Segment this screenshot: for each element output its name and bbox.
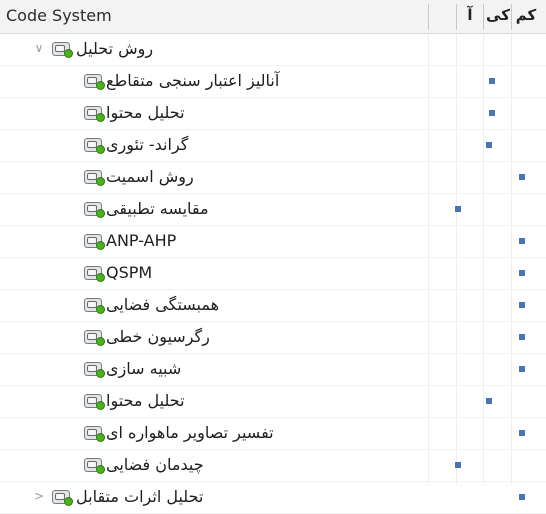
code-label[interactable]: مقایسه تطبیقی [106, 199, 209, 218]
code-icon [52, 490, 73, 506]
code-label[interactable]: تحلیل محتوا [106, 391, 185, 410]
column-header-a[interactable]: آ [457, 6, 483, 24]
code-frequency-marker[interactable] [486, 398, 492, 404]
column-header-ki[interactable]: کی [485, 6, 511, 24]
code-label[interactable]: تفسیر تصاویر ماهواره ای [106, 423, 274, 442]
column-header: Code System آ کی کم [0, 0, 546, 34]
code-label[interactable]: چیدمان فضایی [106, 455, 204, 474]
code-label[interactable]: تحلیل اثرات متقابل [76, 487, 203, 506]
code-icon [84, 106, 105, 122]
code-label[interactable]: همبستگی فضایی [106, 295, 219, 314]
code-label[interactable]: تحلیل محتوا [106, 103, 185, 122]
tree-row[interactable]: > تحلیل اثرات متقابل [0, 482, 546, 514]
code-frequency-marker[interactable] [519, 174, 525, 180]
tree-row[interactable]: QSPM [0, 258, 546, 290]
tree-row[interactable]: همبستگی فضایی [0, 290, 546, 322]
tree-row[interactable]: تحلیل محتوا [0, 98, 546, 130]
header-divider[interactable] [428, 4, 429, 30]
code-frequency-marker[interactable] [519, 366, 525, 372]
code-frequency-marker[interactable] [519, 302, 525, 308]
tree-row[interactable]: رگرسیون خطی [0, 322, 546, 354]
code-icon [84, 202, 105, 218]
code-active-dot-icon [64, 497, 73, 506]
code-active-dot-icon [64, 49, 73, 58]
code-active-dot-icon [96, 177, 105, 186]
code-icon [84, 426, 105, 442]
code-active-dot-icon [96, 113, 105, 122]
chevron-down-icon[interactable]: ∨ [32, 41, 46, 55]
code-active-dot-icon [96, 241, 105, 250]
code-icon [84, 298, 105, 314]
tree-row[interactable]: شبیه سازی [0, 354, 546, 386]
code-active-dot-icon [96, 401, 105, 410]
tree-row[interactable]: ANP-AHP [0, 226, 546, 258]
chevron-right-icon[interactable]: > [32, 489, 46, 503]
code-icon [84, 74, 105, 90]
code-label[interactable]: روش تحلیل [76, 39, 153, 58]
code-active-dot-icon [96, 145, 105, 154]
code-icon [84, 266, 105, 282]
code-active-dot-icon [96, 305, 105, 314]
code-icon [84, 362, 105, 378]
code-active-dot-icon [96, 369, 105, 378]
code-frequency-marker[interactable] [519, 238, 525, 244]
code-label[interactable]: رگرسیون خطی [106, 327, 210, 346]
code-label[interactable]: QSPM [106, 263, 152, 282]
code-frequency-marker[interactable] [489, 78, 495, 84]
code-active-dot-icon [96, 273, 105, 282]
code-system-panel: Code System آ کی کم ∨ روش تحلیل آنالیز اعت… [0, 0, 546, 514]
column-header-kam[interactable]: کم [513, 6, 539, 24]
tree-row[interactable]: روش اسمیت [0, 162, 546, 194]
header-divider[interactable] [511, 4, 512, 30]
code-frequency-marker[interactable] [455, 206, 461, 212]
code-icon [84, 234, 105, 250]
tree-row[interactable]: گراند- تئوری [0, 130, 546, 162]
code-active-dot-icon [96, 209, 105, 218]
code-frequency-marker[interactable] [519, 430, 525, 436]
code-icon [84, 458, 105, 474]
code-icon [52, 42, 73, 58]
code-icon [84, 394, 105, 410]
code-frequency-marker[interactable] [455, 462, 461, 468]
code-active-dot-icon [96, 337, 105, 346]
tree-row[interactable]: تحلیل محتوا [0, 386, 546, 418]
code-label[interactable]: شبیه سازی [106, 359, 181, 378]
tree-row[interactable]: تفسیر تصاویر ماهواره ای [0, 418, 546, 450]
code-label[interactable]: آنالیز اعتبار سنجی متقاطع [106, 71, 279, 90]
tree-row[interactable]: آنالیز اعتبار سنجی متقاطع [0, 66, 546, 98]
code-frequency-marker[interactable] [519, 334, 525, 340]
code-active-dot-icon [96, 433, 105, 442]
code-system-header[interactable]: Code System [6, 6, 112, 25]
code-icon [84, 138, 105, 154]
header-divider[interactable] [483, 4, 484, 30]
tree-row[interactable]: مقایسه تطبیقی [0, 194, 546, 226]
code-label[interactable]: گراند- تئوری [106, 135, 188, 154]
code-icon [84, 330, 105, 346]
tree-row[interactable]: ∨ روش تحلیل [0, 34, 546, 66]
code-active-dot-icon [96, 81, 105, 90]
code-frequency-marker[interactable] [519, 270, 525, 276]
code-icon [84, 170, 105, 186]
tree-row[interactable]: چیدمان فضایی [0, 450, 546, 482]
code-frequency-marker[interactable] [486, 142, 492, 148]
code-active-dot-icon [96, 465, 105, 474]
code-frequency-marker[interactable] [519, 494, 525, 500]
code-frequency-marker[interactable] [489, 110, 495, 116]
code-label[interactable]: روش اسمیت [106, 167, 194, 186]
code-label[interactable]: ANP-AHP [106, 231, 176, 250]
